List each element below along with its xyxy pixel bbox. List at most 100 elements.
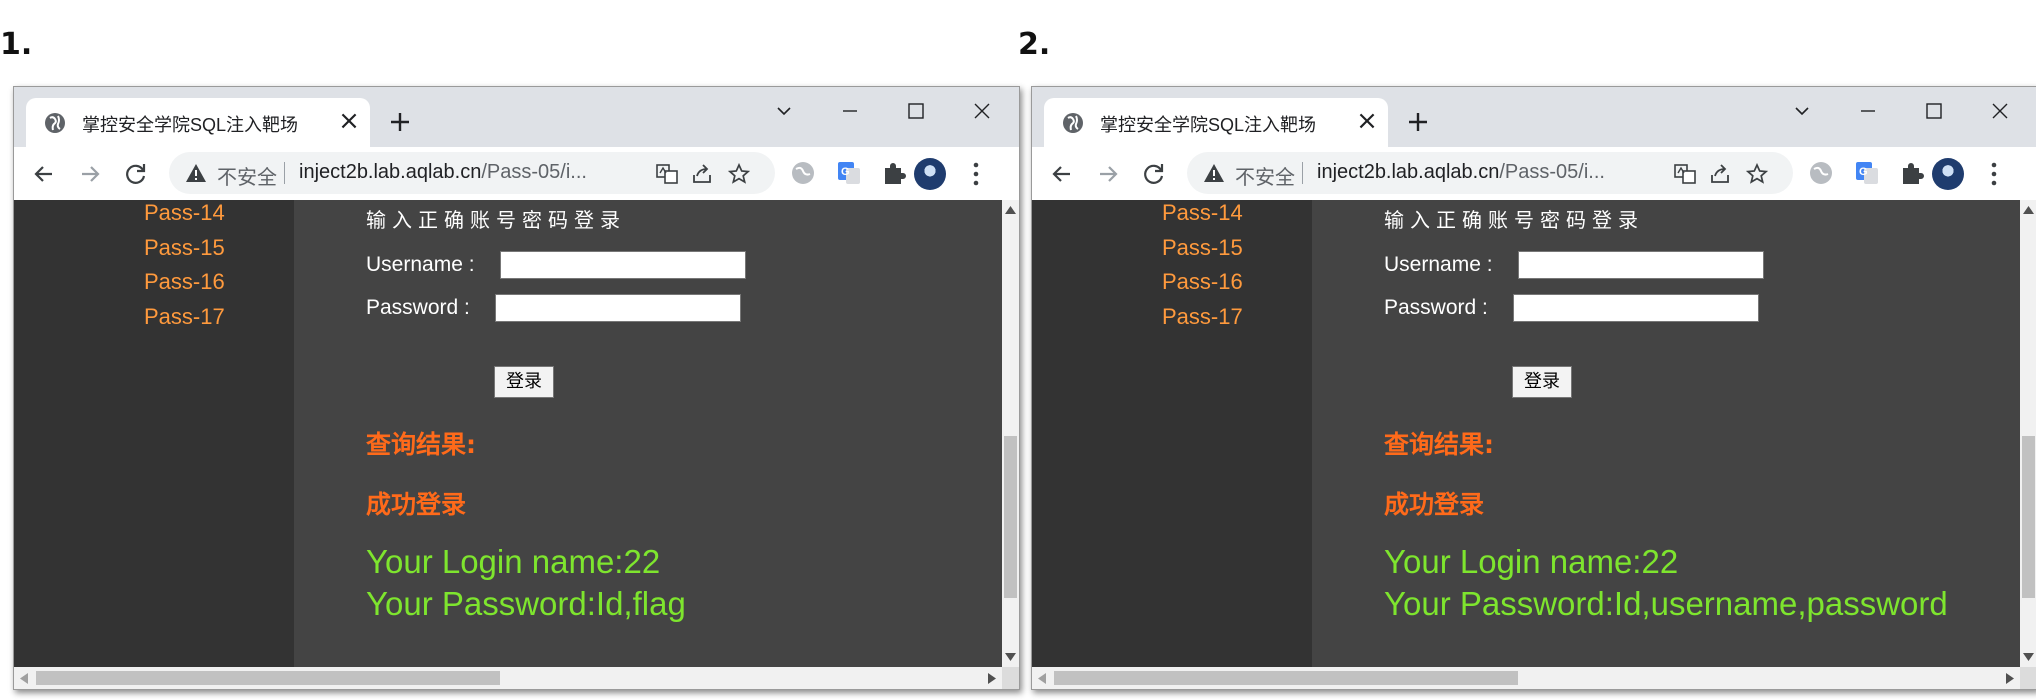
share-icon[interactable] (1709, 163, 1731, 185)
share-icon[interactable] (691, 163, 713, 185)
puzzle-icon[interactable] (1899, 160, 1925, 186)
reload-icon[interactable] (122, 160, 150, 188)
scroll-up-icon[interactable] (2023, 206, 2034, 214)
warning-triangle-icon[interactable] (1203, 163, 1225, 183)
url-host: inject2b.lab.aqlab.cn (1317, 161, 1500, 183)
password-input[interactable] (1513, 294, 1759, 322)
sidebar-item-pass-14[interactable]: Pass-14 (144, 200, 225, 226)
username-label: Username : (366, 253, 475, 276)
vertical-scroll-thumb[interactable] (1004, 436, 1017, 598)
browser-toolbar: 不安全 inject2b.lab.aqlab.cn/Pass-05/i... G (1032, 147, 2036, 200)
address-divider (284, 162, 285, 184)
query-result-label: 查询结果: (366, 430, 476, 459)
sidebar-item-pass-15[interactable]: Pass-15 (144, 235, 225, 261)
sidebar-item-pass-14[interactable]: Pass-14 (1162, 200, 1243, 226)
tab-close-icon[interactable]: × (1354, 108, 1380, 134)
horizontal-scrollbar[interactable] (14, 667, 1002, 689)
login-heading: 输入正确账号密码登录 (1384, 208, 1644, 232)
avatar[interactable] (914, 158, 946, 190)
password-result: Your Password:Id,username,password (1384, 585, 1948, 622)
not-secure-label[interactable]: 不安全 (217, 161, 277, 190)
arrow-left-icon[interactable] (1048, 160, 1076, 188)
star-icon[interactable] (728, 163, 750, 185)
google-translate-icon[interactable]: G (1854, 160, 1880, 186)
tab-title: 掌控安全学院SQL注入靶场 (1100, 115, 1317, 135)
vertical-scrollbar[interactable] (2020, 200, 2036, 667)
close-window-icon[interactable] (1980, 95, 2020, 127)
maximize-icon[interactable] (896, 95, 936, 127)
scroll-left-icon[interactable] (20, 673, 28, 684)
horizontal-scrollbar[interactable] (1032, 667, 2020, 689)
avatar[interactable] (1932, 158, 1964, 190)
new-tab-plus-icon[interactable] (386, 108, 414, 136)
url-text[interactable]: inject2b.lab.aqlab.cn/Pass-05/i... (1317, 161, 1605, 184)
address-divider (1302, 162, 1303, 184)
username-input[interactable] (500, 251, 746, 279)
chevron-down-icon[interactable] (764, 95, 804, 127)
login-name-result: Your Login name:22 (1384, 543, 1679, 580)
scroll-up-icon[interactable] (1005, 206, 1016, 214)
arrow-right-icon[interactable] (1094, 160, 1122, 188)
scrollbar-corner (2020, 667, 2036, 689)
tab-close-icon[interactable]: × (336, 108, 362, 134)
scroll-right-icon[interactable] (988, 673, 996, 684)
more-vertical-icon[interactable] (1990, 161, 1998, 187)
address-bar[interactable]: 不安全 inject2b.lab.aqlab.cn/Pass-05/i... (1187, 152, 1793, 194)
minimize-icon[interactable] (1848, 95, 1888, 127)
sidebar-item-pass-17[interactable]: Pass-17 (144, 304, 225, 330)
extension-globe-icon[interactable] (1808, 160, 1834, 186)
chevron-down-icon[interactable] (1782, 95, 1822, 127)
close-window-icon[interactable] (962, 95, 1002, 127)
globe-icon (1063, 113, 1083, 133)
scroll-right-icon[interactable] (2006, 673, 2014, 684)
browser-window: 掌控安全学院SQL注入靶场 × 不安全 inject2b.lab.aqlab.c… (13, 86, 1020, 690)
sidebar-item-pass-15[interactable]: Pass-15 (1162, 235, 1243, 261)
sidebar: Pass-14 Pass-15 Pass-16 Pass-17 (1032, 200, 1312, 667)
login-button[interactable]: 登录 (1512, 366, 1572, 398)
svg-text:G: G (841, 166, 850, 178)
query-result-label: 查询结果: (1384, 430, 1494, 459)
title-bar: 掌控安全学院SQL注入靶场 × (1032, 87, 2036, 147)
panel-label: 2. (1018, 27, 1051, 62)
sidebar-item-pass-16[interactable]: Pass-16 (144, 269, 225, 295)
url-text[interactable]: inject2b.lab.aqlab.cn/Pass-05/i... (299, 161, 587, 184)
browser-tab[interactable]: 掌控安全学院SQL注入靶场 × (1044, 98, 1388, 147)
username-input[interactable] (1518, 251, 1764, 279)
page-viewport: Pass-14 Pass-15 Pass-16 Pass-17 输入正确账号密码… (14, 200, 1002, 667)
maximize-icon[interactable] (1914, 95, 1954, 127)
translate-icon[interactable] (656, 163, 678, 185)
extension-globe-icon[interactable] (790, 160, 816, 186)
minimize-icon[interactable] (830, 95, 870, 127)
warning-triangle-icon[interactable] (185, 163, 207, 183)
scroll-down-icon[interactable] (2023, 653, 2034, 661)
google-translate-icon[interactable]: G (836, 160, 862, 186)
sidebar-item-pass-17[interactable]: Pass-17 (1162, 304, 1243, 330)
browser-tab[interactable]: 掌控安全学院SQL注入靶场 × (26, 98, 370, 147)
horizontal-scroll-thumb[interactable] (36, 671, 500, 685)
tab-title: 掌控安全学院SQL注入靶场 (82, 115, 299, 135)
browser-window: 掌控安全学院SQL注入靶场 × 不安全 inject2b.lab.aqlab.c… (1031, 86, 2036, 690)
sidebar-item-pass-16[interactable]: Pass-16 (1162, 269, 1243, 295)
not-secure-label[interactable]: 不安全 (1235, 161, 1295, 190)
reload-icon[interactable] (1140, 160, 1168, 188)
vertical-scrollbar[interactable] (1002, 200, 1019, 667)
more-vertical-icon[interactable] (972, 161, 980, 187)
scroll-down-icon[interactable] (1005, 653, 1016, 661)
login-status: 成功登录 (1384, 490, 1485, 519)
url-path: /Pass-05/i... (481, 161, 587, 183)
login-button[interactable]: 登录 (494, 366, 554, 398)
arrow-right-icon[interactable] (76, 160, 104, 188)
horizontal-scroll-thumb[interactable] (1054, 671, 1518, 685)
vertical-scroll-thumb[interactable] (2022, 436, 2035, 598)
address-bar[interactable]: 不安全 inject2b.lab.aqlab.cn/Pass-05/i... (169, 152, 775, 194)
arrow-left-icon[interactable] (30, 160, 58, 188)
puzzle-icon[interactable] (881, 160, 907, 186)
password-input[interactable] (495, 294, 741, 322)
browser-toolbar: 不安全 inject2b.lab.aqlab.cn/Pass-05/i... G (14, 147, 1019, 200)
main-content: 输入正确账号密码登录 Username : Password : 登录 查询结果… (1312, 200, 2020, 667)
translate-icon[interactable] (1674, 163, 1696, 185)
new-tab-plus-icon[interactable] (1404, 108, 1432, 136)
scroll-left-icon[interactable] (1038, 673, 1046, 684)
star-icon[interactable] (1746, 163, 1768, 185)
password-label: Password : (366, 296, 470, 319)
